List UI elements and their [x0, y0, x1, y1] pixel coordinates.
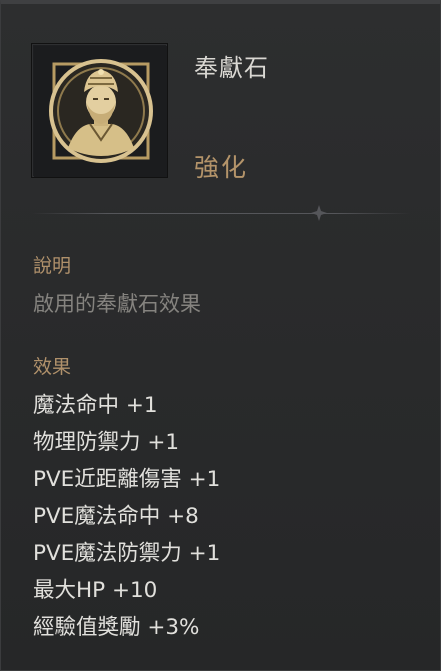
- effect-item: 最大HP +10: [33, 578, 158, 603]
- effect-item: PVE魔法防禦力 +1: [33, 541, 221, 566]
- offering-stone-portrait-icon: [34, 46, 167, 177]
- divider-ornament-icon: [311, 205, 327, 221]
- effects-heading: 效果: [33, 356, 72, 378]
- item-icon-frame: [31, 43, 168, 178]
- effect-item: 魔法命中 +1: [33, 393, 158, 418]
- effect-item: 物理防禦力 +1: [33, 430, 180, 455]
- effects-list: 魔法命中 +1 物理防禦力 +1 PVE近距離傷害 +1 PVE魔法命中 +8 …: [33, 391, 220, 650]
- item-name: 奉獻石: [194, 54, 269, 82]
- description-heading: 說明: [33, 255, 72, 277]
- effect-item: PVE近距離傷害 +1: [33, 467, 221, 492]
- effect-item: 經驗值獎勵 +3%: [33, 615, 200, 640]
- item-tooltip: 奉獻石 強化 說明 啟用的奉獻石效果 效果 魔法命中 +1 物理防禦力 +1 P…: [0, 0, 441, 671]
- item-category: 強化: [194, 153, 249, 182]
- effect-item: PVE魔法命中 +8: [33, 504, 199, 529]
- description-text: 啟用的奉獻石效果: [33, 292, 201, 316]
- divider: [31, 213, 411, 214]
